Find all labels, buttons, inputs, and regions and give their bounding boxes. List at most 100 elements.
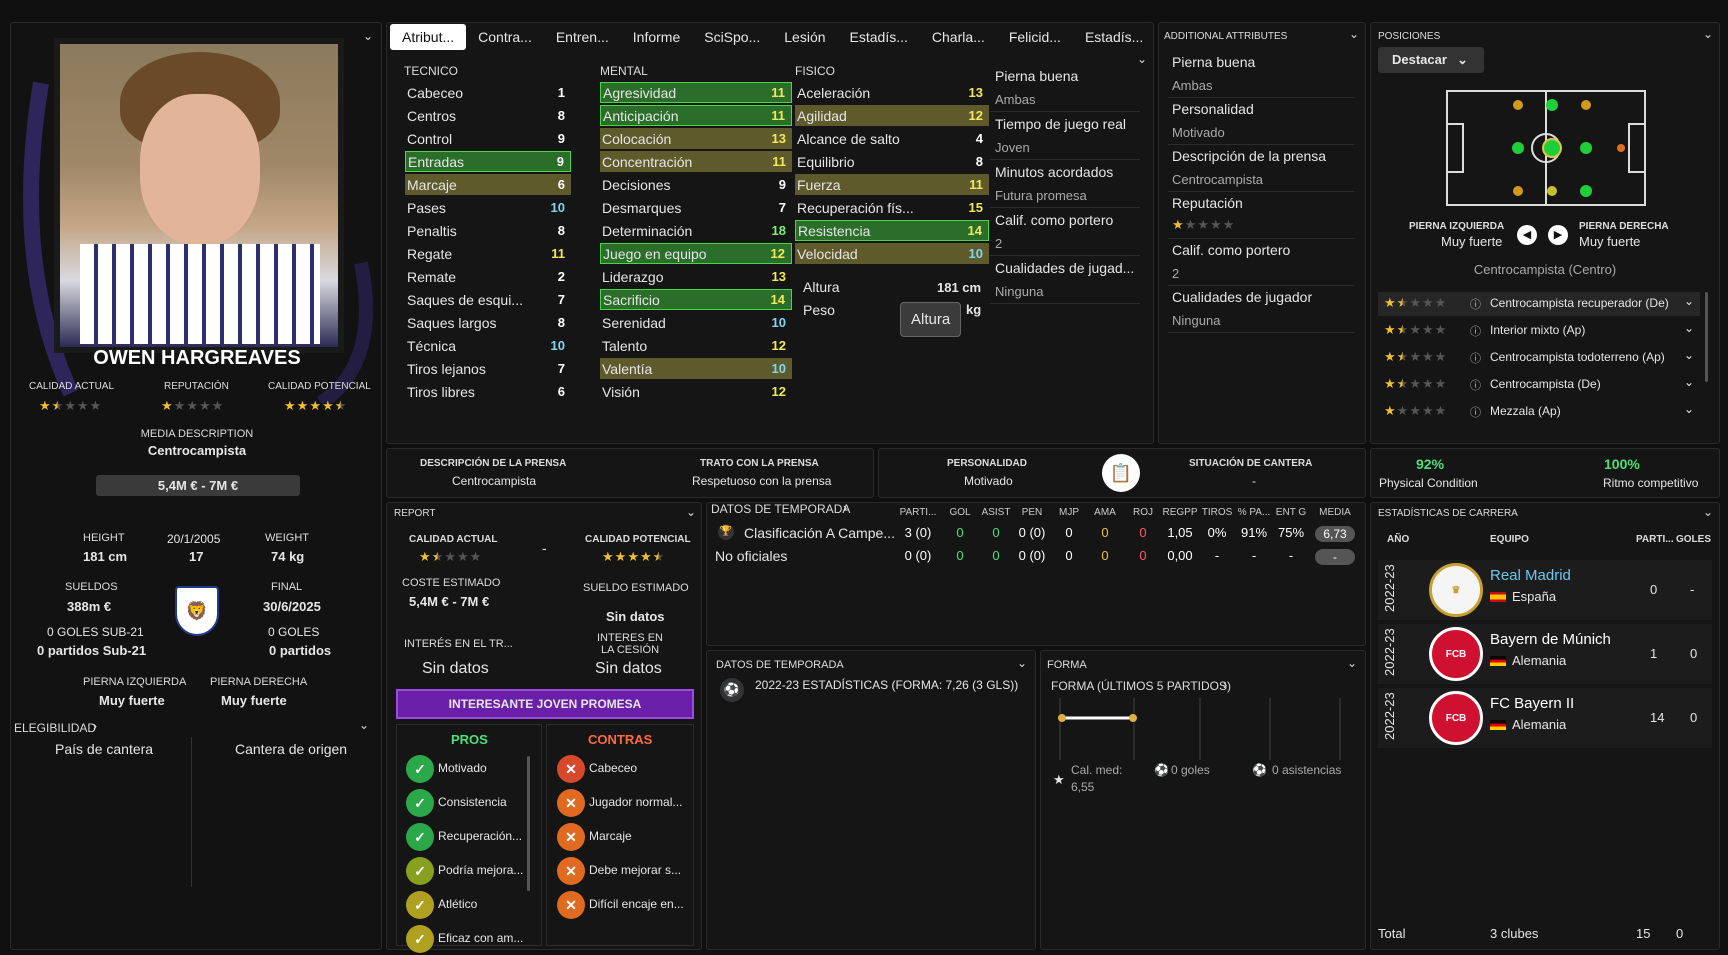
attribute-row[interactable]: Velocidad 10	[795, 243, 989, 264]
attribute-row[interactable]: Sacrificio 14	[600, 289, 792, 310]
chevron-down-icon[interactable]: ⌄	[363, 30, 373, 42]
attribute-row[interactable]: Decisiones 9	[600, 174, 792, 195]
attribute-row[interactable]: Control 9	[405, 128, 571, 149]
chevron-down-icon[interactable]: ⌄	[1684, 348, 1694, 362]
season-detail-panel	[706, 650, 1036, 950]
chevron-down-icon[interactable]: ⌄	[1684, 375, 1694, 389]
star-icon: ★	[652, 549, 665, 564]
attribute-row[interactable]: Desmarques 7	[600, 197, 792, 218]
roles-scrollbar[interactable]	[1705, 292, 1708, 382]
chevron-down-icon[interactable]: ⌄	[1684, 294, 1694, 308]
role-row[interactable]: ★ ★ ★ ★ ★ ⓘ Centrocampista recuperador (De) ⌄	[1378, 292, 1700, 316]
chevron-right-icon[interactable]: ›	[1223, 677, 1227, 692]
highlight-dropdown[interactable]: Destacar ⌄	[1378, 47, 1484, 73]
tab-4[interactable]: SciSpo...	[692, 24, 772, 50]
eligibility-label[interactable]: ELEGIBILIDAD	[14, 721, 96, 735]
attribute-row[interactable]: Talento 12	[600, 335, 792, 356]
attribute-row[interactable]: Valentía 10	[600, 358, 792, 379]
info-icon[interactable]: ⓘ	[1470, 323, 1481, 339]
attribute-row[interactable]: Determinación 18	[600, 220, 792, 241]
chevron-down-icon[interactable]: ⌄	[1349, 28, 1359, 40]
right-foot-label: PIERNA DERECHA	[210, 676, 308, 688]
attribute-row[interactable]: Saques largos 8	[405, 312, 571, 333]
tab-9[interactable]: Estadís...	[1073, 24, 1155, 50]
role-row[interactable]: ★ ★ ★ ★ ★ ⓘ Centrocampista todoterreno (Ap) ⌄	[1378, 346, 1700, 370]
attribute-row[interactable]: Tiros lejanos 7	[405, 358, 571, 379]
chevron-down-icon[interactable]: ⌄	[1137, 53, 1147, 65]
chevron-down-icon[interactable]: ⌄	[1684, 402, 1694, 416]
role-row[interactable]: ★ ★ ★ ★ ★ ⓘ Mezzala (Ap) ⌄	[1378, 400, 1700, 424]
info-icon[interactable]: ⓘ	[1470, 377, 1481, 393]
attribute-row[interactable]: Juego en equipo 12	[600, 243, 792, 264]
pa-label: CALIDAD POTENCIAL	[268, 381, 371, 392]
attribute-row[interactable]: Tiros libres 6	[405, 381, 571, 402]
attribute-row[interactable]: Agilidad 12	[795, 105, 989, 126]
pro-item: Podría mejora...	[438, 863, 524, 877]
chevron-down-icon[interactable]: ⌄	[1703, 506, 1713, 518]
attribute-row[interactable]: Anticipación 11	[600, 105, 792, 126]
attribute-row[interactable]: Serenidad 10	[600, 312, 792, 333]
attribute-row[interactable]: Liderazgo 13	[600, 266, 792, 287]
pros-scrollbar[interactable]	[527, 756, 530, 891]
attribute-row[interactable]: Entradas 9	[405, 151, 571, 172]
tab-0[interactable]: Atribut...	[390, 24, 467, 50]
tab-1[interactable]: Contra...	[466, 24, 544, 50]
tab-8[interactable]: Felicid...	[997, 24, 1073, 50]
attribute-row[interactable]: Colocación 13	[600, 128, 792, 149]
attribute-value: 9	[778, 177, 786, 192]
tab-5[interactable]: Lesión	[772, 24, 837, 50]
info-icon[interactable]: ⓘ	[1470, 350, 1481, 366]
physical-condition-value: 92%	[1416, 456, 1445, 472]
role-row[interactable]: ★ ★ ★ ★ ★ ⓘ Centrocampista (De) ⌄	[1378, 373, 1700, 397]
tab-3[interactable]: Informe	[621, 24, 692, 50]
chevron-down-icon[interactable]: ⌄	[1684, 321, 1694, 335]
attribute-row[interactable]: Recuperación fís... 15	[795, 197, 989, 218]
club-name[interactable]: FC Bayern II	[1490, 695, 1574, 712]
chevron-down-icon[interactable]: ⌄	[359, 719, 369, 731]
attribute-row[interactable]: Técnica 10	[405, 335, 571, 356]
attribute-row[interactable]: Aceleración 13	[795, 82, 989, 103]
chevron-right-icon[interactable]: ›	[93, 719, 97, 733]
side-info-label: Calif. como portero	[995, 212, 1114, 228]
tab-6[interactable]: Estadís...	[838, 24, 920, 50]
chevron-down-icon[interactable]: ⌄	[1347, 657, 1357, 669]
form-subtitle[interactable]: FORMA (ÚLTIMOS 5 PARTIDOS)	[1051, 679, 1231, 693]
club-name[interactable]: Real Madrid	[1490, 567, 1571, 584]
info-icon[interactable]: ⓘ	[1470, 296, 1481, 312]
attribute-row[interactable]: Agresividad 11	[600, 82, 792, 103]
attribute-name: Talento	[602, 337, 648, 354]
con-item: Marcaje	[589, 829, 632, 843]
match-sharpness-label: Ritmo competitivo	[1603, 476, 1699, 490]
attribute-row[interactable]: Penaltis 8	[405, 220, 571, 241]
attribute-row[interactable]: Resistencia 14	[795, 220, 989, 241]
competition-name[interactable]: No oficiales	[715, 548, 787, 564]
chevron-down-icon[interactable]: ⌄	[1703, 28, 1713, 40]
chevron-down-icon[interactable]: ⌄	[1017, 657, 1027, 669]
attribute-row[interactable]: Alcance de salto 4	[795, 128, 989, 149]
attribute-row[interactable]: Concentración 11	[600, 151, 792, 172]
attribute-row[interactable]: Visión 12	[600, 381, 792, 402]
attribute-row[interactable]: Regate 11	[405, 243, 571, 264]
star-icon: ★	[1409, 403, 1421, 418]
tab-2[interactable]: Entren...	[544, 24, 621, 50]
chevron-right-icon[interactable]: ›	[843, 500, 847, 515]
info-icon[interactable]: ⓘ	[1470, 404, 1481, 420]
club-name[interactable]: Bayern de Múnich	[1490, 631, 1611, 648]
star-icon: ★	[1434, 322, 1447, 337]
tab-7[interactable]: Charla...	[920, 24, 997, 50]
star-icon: ★	[1434, 376, 1447, 391]
attribute-row[interactable]: Saques de esqui... 7	[405, 289, 571, 310]
attribute-row[interactable]: Fuerza 11	[795, 174, 989, 195]
role-row[interactable]: ★ ★ ★ ★ ★ ⓘ Interior mixto (Ap) ⌄	[1378, 319, 1700, 343]
attribute-row[interactable]: Remate 2	[405, 266, 571, 287]
chevron-down-icon[interactable]: ⌄	[686, 506, 696, 518]
attribute-value: 9	[557, 131, 565, 146]
season-title[interactable]: DATOS DE TEMPORADA	[711, 502, 850, 516]
attribute-row[interactable]: Cabeceo 1	[405, 82, 571, 103]
competition-name[interactable]: Clasificación A Campe...	[744, 525, 895, 541]
attribute-row[interactable]: Pases 10	[405, 197, 571, 218]
attribute-row[interactable]: Marcaje 6	[405, 174, 571, 195]
attribute-row[interactable]: Equilibrio 8	[795, 151, 989, 172]
attribute-row[interactable]: Centros 8	[405, 105, 571, 126]
attribute-value: 9	[556, 154, 564, 169]
